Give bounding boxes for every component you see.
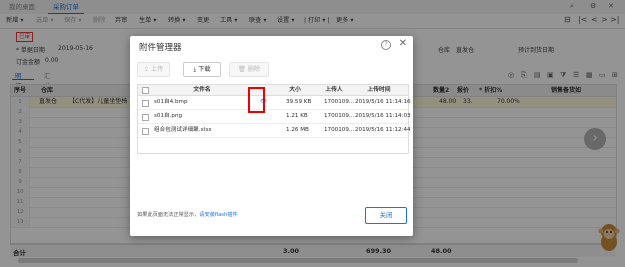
- file-table: 文件名 大小 上传人 上传时间 s01自4.bmp 39.59 KB 1700109…: [137, 84, 411, 154]
- close-icon[interactable]: ✕: [399, 38, 407, 49]
- cell-filename: 组合包测试详细聚.xlsx: [154, 127, 212, 133]
- col-filename: 文件名: [193, 87, 211, 93]
- trash-icon: 🗑: [237, 66, 246, 73]
- flash-hint: 如果此页面无法正常显示，请安装flash插件: [137, 211, 238, 218]
- cell-size: 39.59 KB: [286, 99, 312, 105]
- dialog-close-button[interactable]: 关闭: [365, 207, 407, 224]
- cell-filename: s01自.png: [154, 113, 183, 119]
- file-checkbox[interactable]: [142, 114, 149, 121]
- delete-file-button[interactable]: 🗑 删除: [229, 62, 269, 77]
- file-row[interactable]: 组合包测试详细聚.xlsx 1.26 MB 1700109... 2019/5/16 …: [138, 124, 411, 138]
- cell-uploader: 1700109...: [324, 127, 355, 133]
- cell-filename: s01自4.bmp: [154, 99, 188, 105]
- upload-button[interactable]: ⇪ 上传: [137, 62, 170, 77]
- upload-label: 上传: [150, 66, 164, 73]
- cell-upload-time: 2019/5/16 11:14:03: [355, 113, 411, 119]
- file-row[interactable]: s01自4.bmp 39.59 KB 1700109... 2019/5/16 11:…: [138, 96, 411, 110]
- file-row[interactable]: s01自.png 1.21 KB 1700109... 2019/5/16 11:14…: [138, 110, 411, 124]
- col-size: 大小: [289, 87, 301, 93]
- file-checkbox[interactable]: [142, 100, 149, 107]
- cell-size: 1.26 MB: [286, 127, 309, 133]
- file-table-header: 文件名 大小 上传人 上传时间: [138, 85, 408, 96]
- highlight-box: [248, 87, 265, 113]
- cell-uploader: 1700109...: [324, 113, 355, 119]
- download-label: 下载: [198, 66, 211, 73]
- cell-upload-time: 2019/5/16 11:14:16: [355, 99, 411, 105]
- hint-text: 如果此页面无法正常显示，: [137, 212, 200, 218]
- cell-uploader: 1700109...: [324, 99, 355, 105]
- cell-upload-time: 2019/5/16 11:12:44: [355, 127, 411, 133]
- col-uploader: 上传人: [325, 87, 343, 93]
- download-icon: ⤓: [193, 66, 197, 73]
- help-icon[interactable]: ?: [381, 40, 391, 50]
- download-button[interactable]: ⤓ 下载: [183, 62, 221, 77]
- attachment-manager-dialog: 附件管理器 ? ✕ ⇪ 上传 ⤓ 下载 🗑 删除 文件名 大小 上传人 上传时间…: [130, 36, 413, 236]
- file-checkbox[interactable]: [142, 128, 149, 135]
- upload-icon: ⇪: [143, 66, 149, 73]
- col-upload-time: 上传时间: [367, 87, 391, 93]
- install-flash-link[interactable]: 请安装flash插件: [199, 212, 237, 218]
- cell-size: 1.21 KB: [286, 113, 308, 119]
- select-all-checkbox[interactable]: [142, 87, 149, 94]
- dialog-title: 附件管理器: [139, 43, 182, 53]
- delete-label: 删除: [247, 66, 261, 73]
